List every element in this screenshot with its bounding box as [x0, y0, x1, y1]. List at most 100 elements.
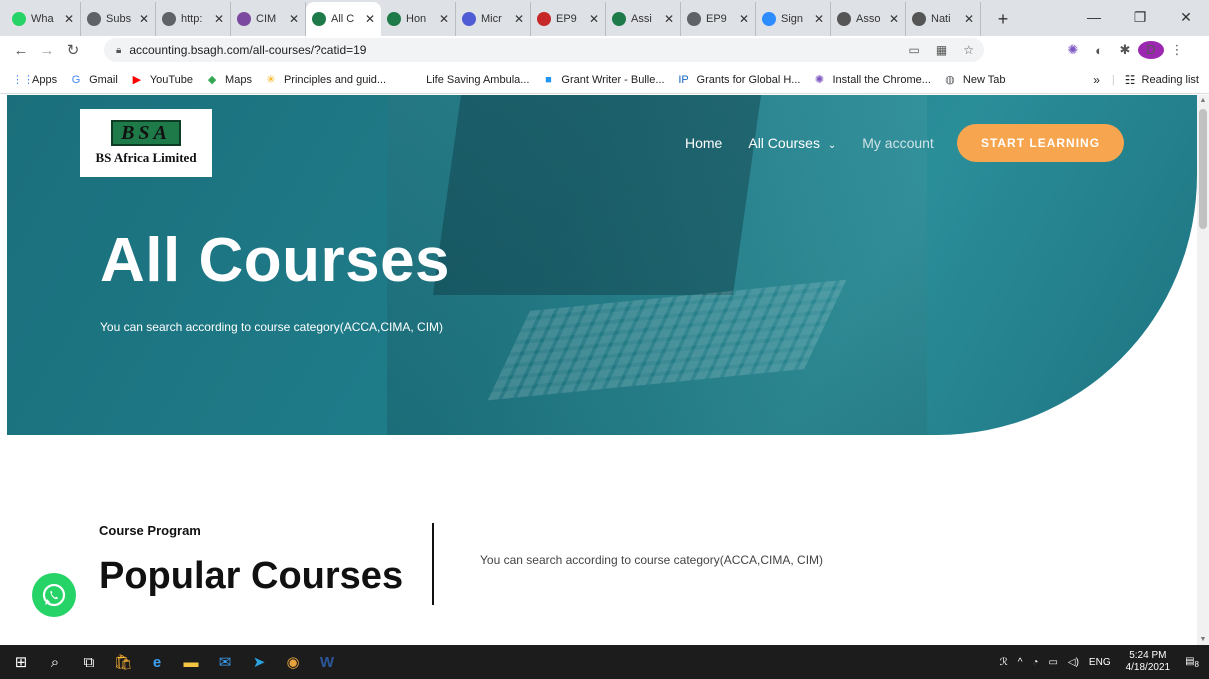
divider — [432, 523, 434, 605]
tab-title: Asso — [856, 13, 881, 25]
extensions-area: ✺ ◐ ✱ D ⋮ — [1060, 40, 1190, 60]
tab-close-icon[interactable]: ✕ — [64, 12, 74, 26]
notifications-icon[interactable]: ▤8 — [1185, 656, 1199, 669]
tab-close-icon[interactable]: ✕ — [739, 12, 749, 26]
tab-favicon-icon — [612, 12, 626, 26]
store-icon[interactable]: 🛍︎ — [106, 645, 140, 679]
bookmark-item[interactable]: Life Saving Ambula... — [426, 74, 529, 86]
volume-icon[interactable]: ◁) — [1068, 657, 1079, 668]
page-scrollbar[interactable]: ▲ ▼ — [1197, 95, 1209, 645]
profile-avatar[interactable]: D — [1138, 41, 1164, 59]
chevron-up-icon[interactable]: ^ — [1018, 657, 1023, 668]
tab-close-icon[interactable]: ✕ — [964, 12, 974, 26]
tab-favicon-icon — [462, 12, 476, 26]
tab-close-icon[interactable]: ✕ — [814, 12, 824, 26]
tab-favicon-icon — [837, 12, 851, 26]
tab-close-icon[interactable]: ✕ — [589, 12, 599, 26]
tab-close-icon[interactable]: ✕ — [439, 12, 449, 26]
more-bookmarks-icon[interactable]: » — [1093, 73, 1100, 87]
qr-icon[interactable]: ▦ — [936, 43, 947, 57]
tab-list: Wha ✕ Subs ✕ http: ✕ CIM ✕ All C ✕ Hon ✕ Micr ✕ EP9 ✕ As… — [0, 2, 1015, 36]
browser-tab[interactable]: Asso ✕ — [831, 2, 906, 36]
browser-tab[interactable]: Subs ✕ — [81, 2, 156, 36]
bookmark-label: Gmail — [89, 73, 118, 86]
tab-close-icon[interactable]: ✕ — [889, 12, 899, 26]
bookmark-item[interactable]: ✳ Principles and guid... — [264, 73, 386, 87]
reload-button[interactable]: ↻ — [60, 41, 86, 59]
browser-tab[interactable]: Micr ✕ — [456, 2, 531, 36]
tab-close-icon[interactable]: ✕ — [289, 12, 299, 26]
bookmark-item[interactable]: IP Grants for Global H... — [677, 73, 800, 87]
windows-start-icon[interactable]: ⊞ — [4, 645, 38, 679]
browser-tab[interactable]: http: ✕ — [156, 2, 231, 36]
edge-icon[interactable]: e — [140, 645, 174, 679]
telegram-icon[interactable]: ➤ — [242, 645, 276, 679]
reading-list-button[interactable]: Reading list — [1142, 74, 1199, 86]
file-explorer-icon[interactable]: ▬ — [174, 645, 208, 679]
browser-tab[interactable]: EP9 ✕ — [681, 2, 756, 36]
page-title: All Courses — [100, 226, 451, 295]
chevron-down-icon: ⌄ — [827, 140, 837, 151]
tab-close-icon[interactable]: ✕ — [514, 12, 524, 26]
search-icon[interactable]: ⌕ — [38, 645, 72, 679]
language-indicator[interactable]: ENG — [1089, 657, 1111, 668]
browser-tab[interactable]: CIM ✕ — [231, 2, 306, 36]
popular-courses-section: Course Program Popular Courses You can s… — [0, 435, 1197, 645]
tab-close-icon[interactable]: ✕ — [664, 12, 674, 26]
cast-icon[interactable]: ▭ — [909, 43, 920, 57]
start-learning-button[interactable]: START LEARNING — [957, 124, 1124, 162]
bookmark-item[interactable]: G Gmail — [69, 73, 118, 87]
browser-tab[interactable]: EP9 ✕ — [531, 2, 606, 36]
browser-tab[interactable]: Nati ✕ — [906, 2, 981, 36]
bookmark-item[interactable]: ▶ YouTube — [130, 73, 193, 87]
restore-button[interactable]: ❐ — [1117, 0, 1163, 34]
browser-tab[interactable]: Assi ✕ — [606, 2, 681, 36]
forward-button[interactable]: → — [34, 42, 60, 59]
tab-favicon-icon — [912, 12, 926, 26]
extension-icon[interactable]: ✺ — [1060, 42, 1086, 58]
tab-favicon-icon — [237, 12, 251, 26]
people-icon[interactable]: ℛ — [1000, 657, 1008, 668]
nav-all-courses[interactable]: All Courses ⌄ — [748, 135, 836, 151]
nav-my-account[interactable]: My account — [862, 135, 934, 151]
browser-tab[interactable]: Hon ✕ — [381, 2, 456, 36]
menu-icon[interactable]: ⋮ — [1164, 42, 1190, 58]
ip-icon: IP — [678, 73, 689, 86]
close-window-button[interactable]: ✕ — [1163, 0, 1209, 34]
mail-icon[interactable]: ✉ — [208, 645, 242, 679]
address-bar[interactable]: 🔒︎ accounting.bsagh.com/all-courses/?cat… — [104, 38, 984, 62]
scrollbar-thumb[interactable] — [1199, 109, 1207, 229]
tab-close-icon[interactable]: ✕ — [365, 12, 375, 26]
bookmark-item[interactable]: ◆ Maps — [205, 73, 252, 87]
nav-home[interactable]: Home — [685, 135, 722, 151]
whatsapp-chat-button[interactable] — [32, 573, 76, 617]
bookmark-item[interactable]: ⋮⋮ Apps — [12, 73, 57, 87]
browser-tab[interactable]: Wha ✕ — [6, 2, 81, 36]
bookmark-item[interactable]: ◍ New Tab — [943, 73, 1005, 87]
puzzle-icon[interactable]: ✱ — [1112, 42, 1138, 58]
bookmark-item[interactable]: ■ Grant Writer - Bulle... — [541, 73, 664, 87]
bookmark-item[interactable]: ✺ Install the Chrome... — [812, 73, 931, 87]
star-icon[interactable]: ☆ — [963, 43, 974, 57]
network-icon[interactable]: ◔ — [1032, 657, 1038, 668]
clock[interactable]: 5:24 PM 4/18/2021 — [1126, 650, 1171, 674]
browser-tab[interactable]: All C ✕ — [306, 2, 381, 36]
puzzle-icon: ✺ — [814, 73, 825, 86]
tab-close-icon[interactable]: ✕ — [214, 12, 224, 26]
tab-title: CIM — [256, 13, 277, 25]
task-view-icon[interactable]: ⧉ — [72, 645, 106, 679]
extension-icon[interactable]: ◐ — [1086, 43, 1112, 58]
browser-tab[interactable]: Sign ✕ — [756, 2, 831, 36]
new-tab-button[interactable]: + — [991, 9, 1015, 30]
word-icon[interactable]: W — [310, 645, 344, 679]
tab-close-icon[interactable]: ✕ — [139, 12, 149, 26]
tab-favicon-icon — [12, 12, 26, 26]
chrome-icon[interactable]: ◉ — [276, 645, 310, 679]
whatsapp-icon — [42, 583, 66, 607]
battery-icon[interactable]: ▭ — [1048, 657, 1057, 668]
minimize-button[interactable]: — — [1071, 0, 1117, 34]
bookmark-label: YouTube — [149, 73, 194, 86]
system-tray: ℛ ^ ◔ ▭ ◁) ENG 5:24 PM 4/18/2021 ▤8 — [995, 645, 1209, 679]
site-logo[interactable]: BSA BS Africa Limited — [80, 109, 212, 177]
back-button[interactable]: ← — [8, 42, 34, 59]
